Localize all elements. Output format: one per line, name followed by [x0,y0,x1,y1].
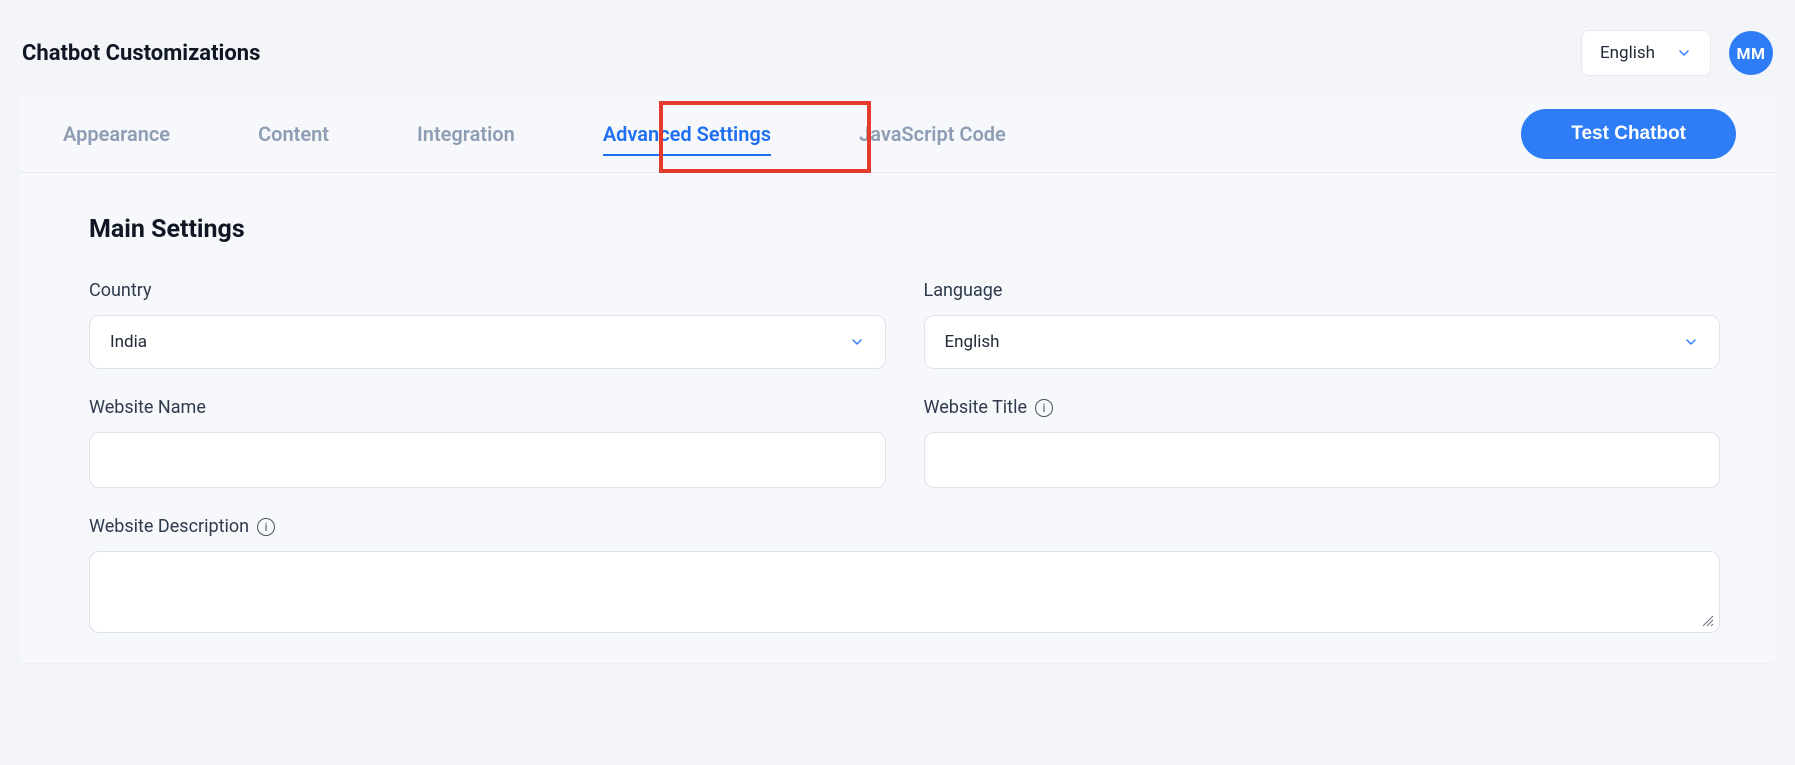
country-select-value: India [110,332,147,352]
website-description-textarea[interactable] [108,566,1701,616]
avatar-initials: MM [1736,44,1765,63]
field-country: Country India [89,280,886,369]
language-select-field[interactable]: English [924,315,1721,369]
tab-integration[interactable]: Integration [417,96,515,172]
chevron-down-icon [1676,45,1692,61]
language-select[interactable]: English [1581,30,1711,76]
language-select-value-field: English [945,332,1000,352]
field-website-description: Website Description i [89,516,1720,633]
content-card: Appearance Content Integration Advanced … [18,94,1777,664]
chevron-down-icon [849,334,865,350]
form-grid: Country India Language English [89,280,1720,633]
country-label: Country [89,280,886,301]
tabs-list: Appearance Content Integration Advanced … [63,96,1521,172]
website-description-label-row: Website Description i [89,516,1720,537]
language-select-value: English [1600,43,1655,63]
page-title: Chatbot Customizations [22,41,260,66]
info-icon[interactable]: i [1035,399,1053,417]
topbar-right: English MM [1581,30,1773,76]
avatar[interactable]: MM [1729,31,1773,75]
tab-appearance[interactable]: Appearance [63,96,170,172]
country-select[interactable]: India [89,315,886,369]
chevron-down-icon [1683,334,1699,350]
field-website-title: Website Title i [924,397,1721,488]
website-name-input-wrapper [89,432,886,488]
tab-content[interactable]: Content [258,96,329,172]
tabs-row: Appearance Content Integration Advanced … [19,95,1776,173]
field-language: Language English [924,280,1721,369]
website-name-label: Website Name [89,397,886,418]
website-title-label: Website Title [924,397,1028,418]
tab-javascript-code[interactable]: JavaScript Code [859,96,1006,172]
website-title-input[interactable] [945,450,1700,470]
website-description-textarea-wrapper [89,551,1720,633]
website-description-label: Website Description [89,516,249,537]
tab-advanced-settings[interactable]: Advanced Settings [603,96,771,172]
topbar: Chatbot Customizations English MM [0,0,1795,94]
resize-handle-icon [1701,614,1715,628]
page-root: Chatbot Customizations English MM Appear… [0,0,1795,765]
section-title: Main Settings [89,215,1720,244]
website-title-label-row: Website Title i [924,397,1721,418]
field-website-name: Website Name [89,397,886,488]
test-chatbot-button[interactable]: Test Chatbot [1521,109,1736,159]
website-name-input[interactable] [110,450,865,470]
form-area: Main Settings Country India Language [19,173,1776,663]
language-label: Language [924,280,1721,301]
website-title-input-wrapper [924,432,1721,488]
info-icon[interactable]: i [257,518,275,536]
